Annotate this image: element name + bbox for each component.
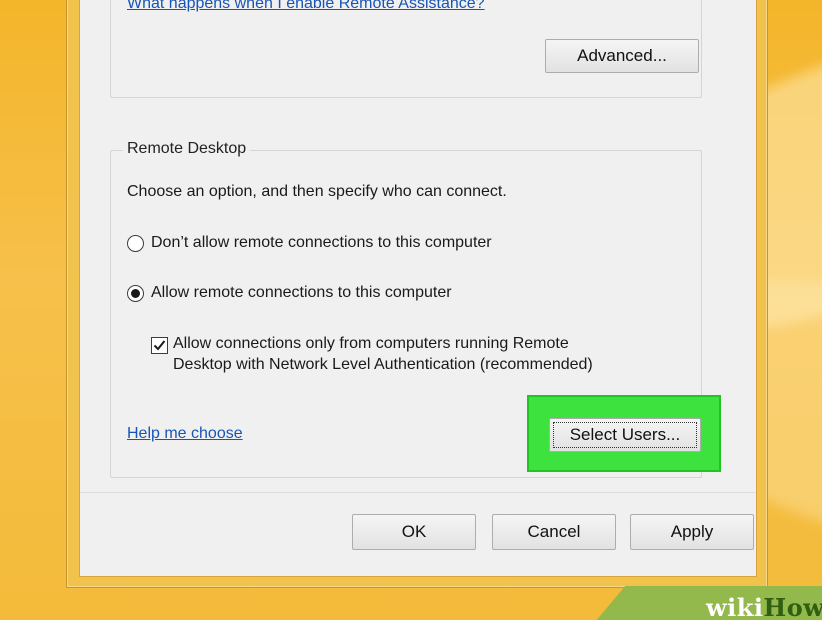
nla-checkbox-label-line2: Desktop with Network Level Authenticatio…	[173, 356, 593, 373]
remote-assistance-group: What happens when I enable Remote Assist…	[110, 0, 702, 98]
radio-label-allow: Allow remote connections to this compute…	[151, 284, 452, 301]
help-me-choose-link[interactable]: Help me choose	[127, 425, 243, 443]
radio-label-dont-allow: Don’t allow remote connections to this c…	[151, 234, 492, 251]
system-properties-window: What happens when I enable Remote Assist…	[66, 0, 768, 588]
dialog-body: What happens when I enable Remote Assist…	[79, 0, 757, 577]
checkmark-icon	[153, 340, 166, 351]
cancel-button[interactable]: Cancel	[492, 514, 616, 550]
apply-button[interactable]: Apply	[630, 514, 754, 550]
nla-checkbox[interactable]	[151, 337, 168, 354]
wikihow-logo-how: How	[763, 593, 822, 620]
remote-desktop-instructions: Choose an option, and then specify who c…	[127, 183, 507, 200]
wikihow-logo: wikiHow	[706, 593, 822, 620]
remote-assistance-help-link[interactable]: What happens when I enable Remote Assist…	[127, 0, 485, 13]
radio-button-allow[interactable]	[127, 285, 144, 302]
advanced-button[interactable]: Advanced...	[545, 39, 699, 73]
remote-desktop-group-title: Remote Desktop	[123, 140, 251, 158]
ok-button[interactable]: OK	[352, 514, 476, 550]
nla-checkbox-label-line1: Allow connections only from computers ru…	[173, 335, 569, 352]
radio-button-dont-allow[interactable]	[127, 235, 144, 252]
footer-divider	[80, 492, 756, 493]
select-users-button[interactable]: Select Users...	[549, 418, 701, 452]
wikihow-logo-wiki: wiki	[706, 593, 764, 620]
screenshot-stage: What happens when I enable Remote Assist…	[0, 0, 822, 620]
